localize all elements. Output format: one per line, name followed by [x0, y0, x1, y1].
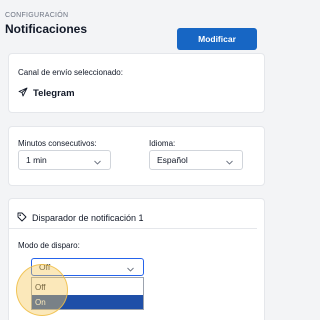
chevron-down-icon [94, 157, 101, 167]
minutes-value: 1 min [26, 155, 47, 165]
mode-select[interactable]: Off [31, 258, 144, 276]
page-title: Notificaciones [5, 22, 88, 36]
selected-channel: Telegram [18, 87, 75, 100]
divider [8, 228, 257, 229]
channel-label: Canal de envío seleccionado: [18, 68, 123, 77]
chevron-down-icon [127, 264, 134, 274]
channel-card: Canal de envío seleccionado: Telegram [8, 53, 265, 113]
breadcrumb: CONFIGURACIÓN [5, 12, 69, 19]
tag-icon [17, 212, 32, 224]
mode-label: Modo de disparo: [18, 241, 80, 250]
language-select[interactable]: Español [149, 150, 243, 170]
language-label: Idioma: [149, 139, 176, 148]
channel-name: Telegram [33, 88, 75, 99]
mode-dropdown: Off On [31, 277, 144, 310]
minutes-label: Minutos consecutivos: [18, 139, 97, 148]
language-value: Español [157, 155, 188, 165]
option-off[interactable]: Off [32, 280, 143, 294]
page-header: CONFIGURACIÓN Notificaciones [5, 12, 87, 36]
mode-value: Off [39, 262, 51, 272]
option-on[interactable]: On [32, 295, 143, 309]
trigger-title-text: Disparador de notificación 1 [32, 213, 144, 223]
minutes-select[interactable]: 1 min [18, 150, 111, 170]
trigger-title: Disparador de notificación 1 [17, 212, 144, 224]
send-icon [18, 87, 33, 100]
modify-button[interactable]: Modificar [177, 28, 257, 50]
chevron-down-icon [226, 157, 233, 167]
